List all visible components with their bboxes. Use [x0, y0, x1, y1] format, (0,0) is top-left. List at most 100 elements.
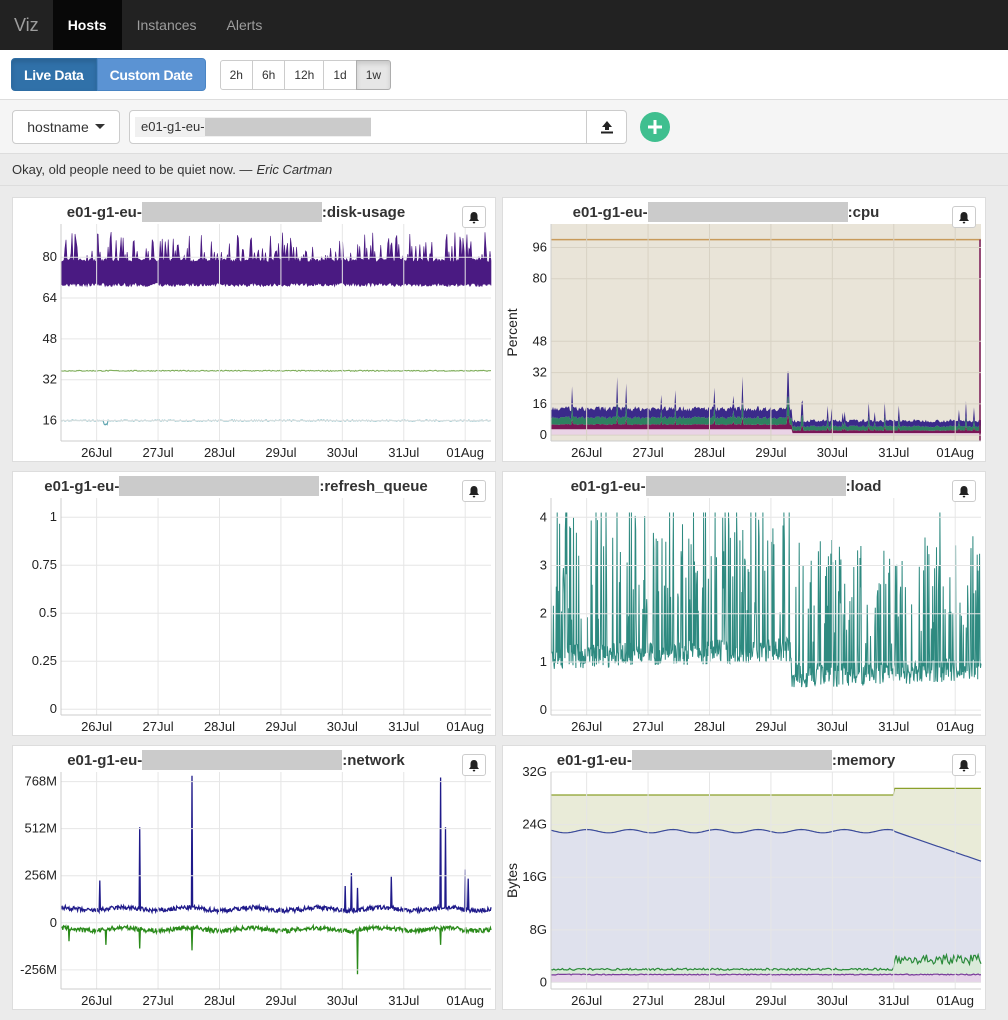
- range-6h-button[interactable]: 6h: [251, 59, 286, 90]
- live-data-button[interactable]: Live Data: [11, 58, 97, 91]
- chart-panel-cpu: 0 16 32 48 80 96 26Jul 27Jul 28Jul 29Jul 30Jul 31Ju…: [502, 197, 986, 462]
- series-buffers-line: [551, 973, 982, 976]
- bell-icon: [959, 759, 969, 771]
- alert-bell-button[interactable]: [952, 754, 976, 776]
- brand-logo[interactable]: Viz: [0, 0, 53, 50]
- x-tick-label: 29Jul: [755, 445, 786, 460]
- y-tick-label: 2: [540, 606, 547, 621]
- x-tick-label: 31Jul: [878, 445, 909, 460]
- chart-title-metric: :memory: [831, 751, 896, 769]
- chart-panel-network: -256M 0 256M 512M 768M 26Jul 27Jul 28Jul 29Jul 30…: [12, 745, 496, 1010]
- x-tick-label: 01Aug: [936, 993, 974, 1008]
- x-tick-label: 26Jul: [81, 719, 112, 734]
- x-tick-label: 28Jul: [694, 719, 725, 734]
- redacted-hostname: [631, 750, 832, 770]
- x-tick-label: 26Jul: [81, 993, 112, 1008]
- chart-panel-disk-usage: 16 32 48 64 80 26Jul 27Jul 28Jul 29Jul 30Jul 31Jul…: [12, 197, 496, 462]
- range-1d-button[interactable]: 1d: [323, 59, 357, 90]
- y-tick-label: 0: [540, 702, 547, 717]
- y-tick-label: 24G: [522, 817, 547, 832]
- chart-title-host: e01-g1-eu-: [44, 477, 120, 495]
- redacted-hostname: [119, 476, 320, 496]
- x-tick-label: 28Jul: [204, 719, 235, 734]
- field-select-label: hostname: [27, 118, 89, 135]
- x-tick-label: 30Jul: [327, 719, 358, 734]
- x-tick-label: 26Jul: [571, 719, 602, 734]
- x-tick-label: 27Jul: [633, 719, 664, 734]
- y-tick-label: 16: [43, 413, 57, 428]
- y-tick-label: 1: [540, 654, 547, 669]
- x-tick-label: 30Jul: [327, 445, 358, 460]
- x-tick-label: 01Aug: [446, 993, 484, 1008]
- quote-text: Okay, old people need to be quiet now. —: [12, 162, 253, 177]
- range-2h-button[interactable]: 2h: [219, 59, 253, 90]
- host-token[interactable]: e01-g1-eu-: [135, 116, 371, 137]
- x-tick-label: 31Jul: [388, 993, 419, 1008]
- x-tick-label: 26Jul: [81, 445, 112, 460]
- upload-button[interactable]: [587, 109, 627, 144]
- alert-bell-button[interactable]: [952, 206, 976, 228]
- y-tick-label: 3: [540, 558, 547, 573]
- chart-title-metric: :refresh_queue: [319, 477, 428, 495]
- y-tick-label: 0: [540, 427, 547, 442]
- x-tick-label: 26Jul: [571, 993, 602, 1008]
- x-tick-label: 29Jul: [265, 719, 296, 734]
- nav-instances[interactable]: Instances: [122, 0, 212, 50]
- y-tick-label: 256M: [24, 868, 57, 883]
- chart-svg: -256M 0 256M 512M 768M 26Jul 27Jul 28Jul 29Jul 30…: [20, 772, 492, 1008]
- x-tick-label: 28Jul: [204, 993, 235, 1008]
- alert-bell-button[interactable]: [462, 206, 486, 228]
- chart-title-metric: :load: [845, 477, 882, 495]
- x-tick-label: 01Aug: [936, 719, 974, 734]
- add-filter-button[interactable]: [640, 111, 670, 142]
- x-tick-label: 01Aug: [446, 719, 484, 734]
- bell-icon: [959, 211, 969, 223]
- y-tick-label: 0.25: [32, 653, 57, 668]
- range-1w-button[interactable]: 1w: [355, 59, 392, 90]
- field-select-dropdown[interactable]: hostname: [12, 109, 120, 144]
- x-tick-label: 30Jul: [817, 719, 848, 734]
- plot-area: [61, 498, 491, 715]
- y-tick-label: 48: [43, 331, 57, 346]
- chart-title: e01-g1-eu-:disk-usage: [13, 202, 459, 222]
- y-tick-label: 4: [540, 509, 547, 524]
- plot-area: [551, 498, 981, 715]
- bell-icon: [959, 485, 969, 497]
- nav-alerts[interactable]: Alerts: [212, 0, 278, 50]
- alert-bell-button[interactable]: [462, 480, 486, 502]
- alert-bell-button[interactable]: [952, 480, 976, 502]
- chart-title-host: e01-g1-eu-: [570, 477, 646, 495]
- navbar: Viz Hosts Instances Alerts: [0, 0, 1008, 50]
- chart-title-host: e01-g1-eu-: [67, 751, 143, 769]
- x-tick-label: 27Jul: [143, 719, 174, 734]
- y-tick-label: 8G: [530, 922, 547, 937]
- chart-title: e01-g1-eu- :refresh_queue: [13, 476, 459, 496]
- range-12h-button[interactable]: 12h: [284, 59, 325, 90]
- upload-icon: [600, 120, 613, 133]
- x-tick-label: 30Jul: [327, 993, 358, 1008]
- alert-bell-button[interactable]: [462, 754, 486, 776]
- mode-toggle-group: Live Data Custom Date: [11, 58, 206, 91]
- chart-panel-refresh-queue: 0 0.25 0.5 0.75 1 26Jul 27Jul 28Jul 29Jul 30Jul 31…: [12, 471, 496, 736]
- y-tick-label: 16G: [522, 869, 547, 884]
- y-tick-label: 96: [533, 239, 547, 254]
- host-search-input[interactable]: e01-g1-eu-: [129, 109, 587, 144]
- y-tick-label: 80: [533, 271, 547, 286]
- plot-area: [61, 772, 491, 989]
- custom-date-button[interactable]: Custom Date: [96, 58, 206, 91]
- x-tick-label: 27Jul: [143, 993, 174, 1008]
- chart-title: e01-g1-eu-:cpu: [503, 202, 949, 222]
- x-tick-label: 31Jul: [388, 719, 419, 734]
- nav-hosts[interactable]: Hosts: [52, 0, 122, 50]
- chart-panel-load: 0 1 2 3 4 26Jul 27Jul 28Jul 29Jul 30Jul 31Jul 01Aug…: [502, 471, 986, 736]
- y-tick-label: 768M: [24, 774, 57, 789]
- chart-title: e01-g1-eu-:memory: [503, 750, 949, 770]
- x-tick-label: 29Jul: [265, 993, 296, 1008]
- y-tick-label: 512M: [24, 821, 57, 836]
- redacted-hostname: [647, 202, 848, 222]
- redacted-hostname: [141, 202, 322, 222]
- redacted-hostname: [645, 476, 846, 496]
- host-token-prefix: e01-g1-eu-: [141, 119, 205, 134]
- y-tick-label: 1: [50, 509, 57, 524]
- x-tick-label: 27Jul: [633, 993, 664, 1008]
